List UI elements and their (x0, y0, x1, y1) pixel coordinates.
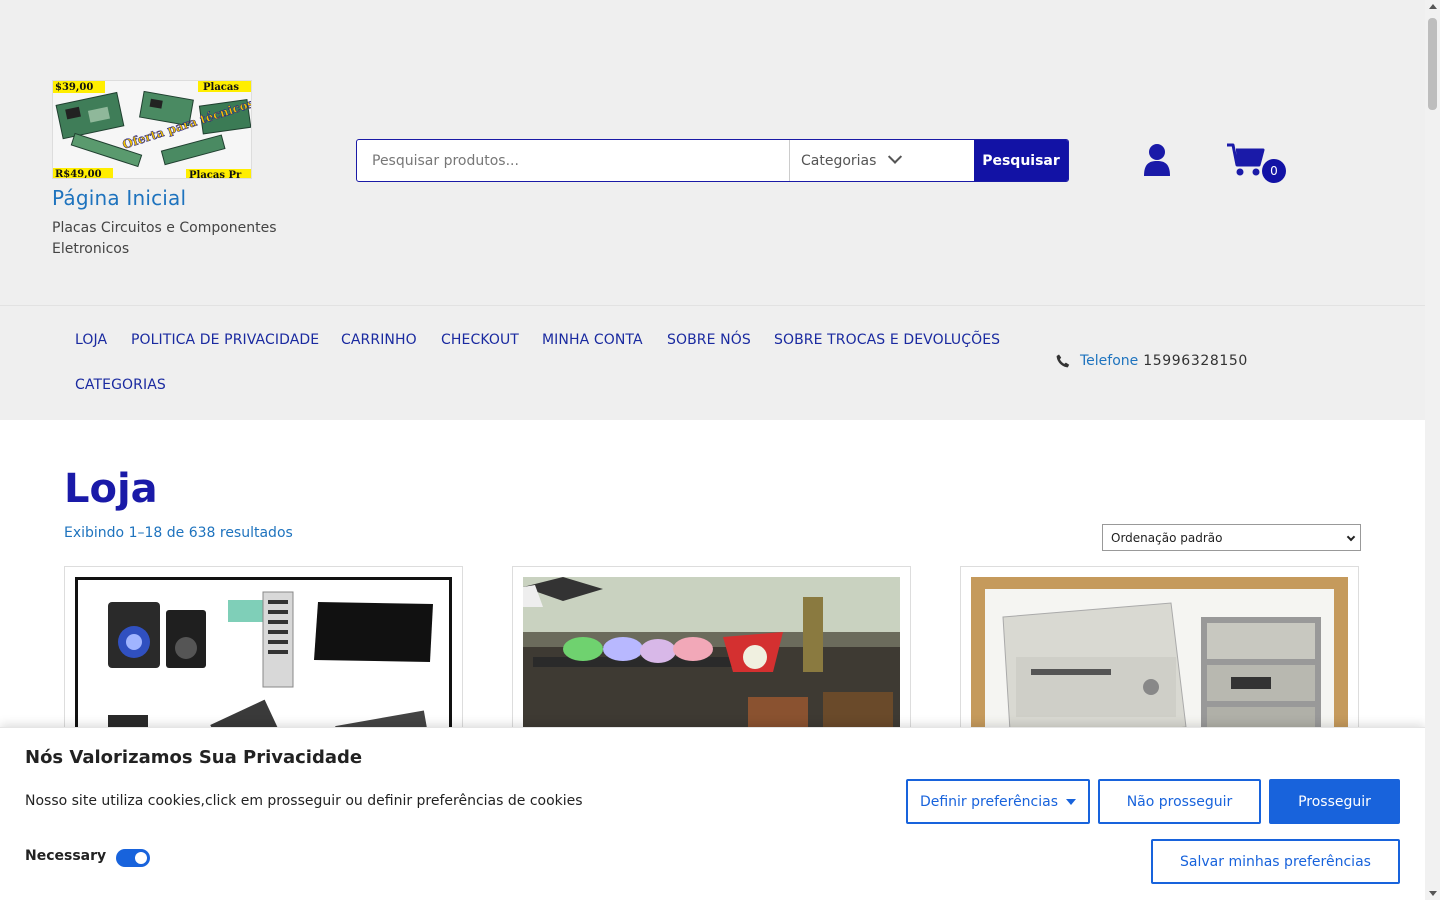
logo-price-1: $39,00 (55, 82, 93, 93)
site-title-link[interactable]: Página Inicial (52, 186, 186, 210)
save-preferences-button[interactable]: Salvar minhas preferências (1151, 839, 1400, 884)
scrollbar-thumb[interactable] (1428, 18, 1437, 110)
category-dropdown-label: Categorias (801, 152, 877, 169)
cart-count-badge: 0 (1262, 159, 1286, 183)
set-preferences-button[interactable]: Definir preferências (906, 779, 1090, 824)
toggle-knob (135, 852, 147, 864)
nav-item-trocas-devolucoes[interactable]: SOBRE TROCAS E DEVOLUÇÕES (774, 332, 1000, 348)
nav-item-carrinho[interactable]: CARRINHO (341, 332, 417, 348)
cookie-necessary-label: Necessary (25, 848, 107, 864)
header-phone: Telefone 15996328150 (1056, 353, 1248, 369)
caret-down-icon (1066, 798, 1077, 805)
chevron-down-icon (1346, 532, 1356, 542)
reject-cookies-button[interactable]: Não prosseguir (1098, 779, 1261, 824)
result-count: Exibindo 1–18 de 638 resultados (64, 525, 293, 541)
nav-item-checkout[interactable]: CHECKOUT (441, 332, 519, 348)
logo-price-2: R$49,00 (55, 169, 102, 179)
phone-number: 15996328150 (1143, 353, 1248, 369)
accept-cookies-button[interactable]: Prosseguir (1269, 779, 1400, 824)
sort-order-value: Ordenação padrão (1111, 530, 1223, 545)
nav-item-politica-privacidade[interactable]: POLITICA DE PRIVACIDADE (131, 332, 319, 348)
search-button[interactable]: Pesquisar (974, 140, 1068, 181)
logo-image: Oferta para técnicos !!!! $39,00 Placas … (53, 81, 251, 179)
shopping-cart-icon[interactable] (1227, 143, 1265, 177)
site-description: Placas Circuitos e Componentes Eletronic… (52, 220, 277, 257)
chevron-down-icon (888, 149, 903, 164)
search-input[interactable] (357, 140, 789, 181)
product-search-form: Categorias Pesquisar (356, 139, 1069, 182)
site-header: Oferta para técnicos !!!! $39,00 Placas … (0, 0, 1425, 305)
nav-item-sobre-nos[interactable]: SOBRE NÓS (667, 332, 751, 348)
cookie-description: Nosso site utiliza cookies,click em pros… (25, 793, 583, 809)
category-dropdown[interactable]: Categorias (789, 140, 961, 181)
nav-item-categorias[interactable]: CATEGORIAS (75, 377, 166, 393)
logo-label-1: Placas (203, 82, 239, 93)
necessary-cookies-toggle[interactable] (116, 849, 150, 867)
scroll-up-icon[interactable] (1429, 4, 1437, 9)
cookie-title: Nós Valorizamos Sua Privacidade (25, 747, 363, 768)
page-title: Loja (64, 466, 158, 512)
site-logo[interactable]: Oferta para técnicos !!!! $39,00 Placas … (52, 80, 252, 179)
sort-order-select[interactable]: Ordenação padrão (1102, 524, 1361, 551)
user-icon[interactable] (1143, 143, 1171, 177)
set-preferences-label: Definir preferências (919, 793, 1059, 810)
phone-label-link[interactable]: Telefone (1080, 353, 1138, 369)
nav-item-minha-conta[interactable]: MINHA CONTA (542, 332, 643, 348)
phone-icon (1056, 354, 1070, 368)
logo-label-2: Placas Pr (189, 170, 242, 179)
page-scrollbar[interactable] (1425, 0, 1440, 900)
nav-item-loja[interactable]: LOJA (75, 332, 107, 348)
cookie-consent-banner: Nós Valorizamos Sua Privacidade Nosso si… (0, 727, 1425, 900)
scroll-down-icon[interactable] (1429, 891, 1437, 896)
